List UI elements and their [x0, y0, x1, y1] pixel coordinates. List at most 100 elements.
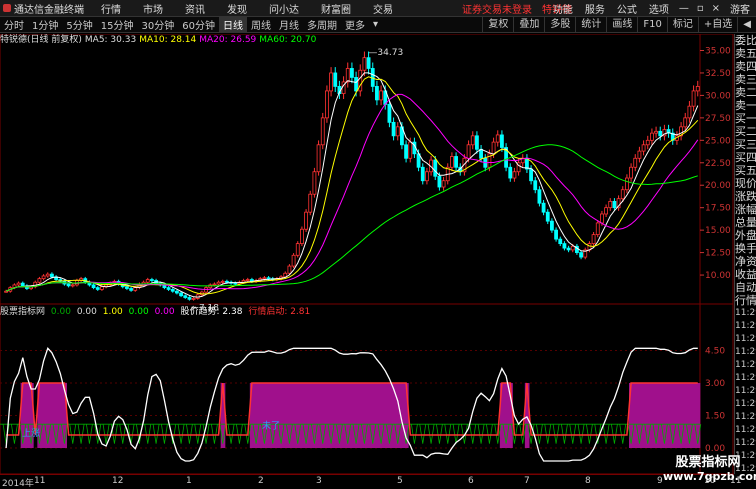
- menu-item-discover[interactable]: 发现: [216, 1, 258, 16]
- menu-function[interactable]: 功能: [547, 1, 579, 16]
- collapse-button[interactable]: ◀: [737, 17, 756, 33]
- candle-body: [300, 228, 304, 245]
- indicator-v2: 0.00: [76, 307, 97, 317]
- menu-item-wealth[interactable]: 财富圈: [310, 1, 362, 16]
- candle-body: [333, 72, 338, 87]
- menu-formula[interactable]: 公式: [611, 1, 643, 16]
- indicator-tick-label: 3.00: [705, 379, 725, 389]
- tab-multi-period[interactable]: 多周期: [303, 17, 341, 32]
- regime-fill: [279, 383, 284, 448]
- tick-time: 11:29: [735, 438, 756, 448]
- candle-body: [295, 243, 300, 256]
- login-warning[interactable]: 证券交易未登录: [462, 1, 532, 16]
- tab-daily[interactable]: 日线: [218, 17, 247, 32]
- tab-monthly[interactable]: 月线: [275, 17, 303, 32]
- tab-60min[interactable]: 60分钟: [178, 17, 219, 32]
- candle-body: [91, 284, 96, 289]
- regime-fill: [324, 383, 330, 448]
- candle-body: [629, 166, 633, 179]
- price-tick-label: 35.00: [705, 46, 731, 56]
- menu-service[interactable]: 服务: [579, 1, 611, 16]
- regime-fill: [345, 383, 351, 448]
- regime-fill: [308, 383, 313, 448]
- stats-button[interactable]: 统计: [575, 17, 606, 33]
- regime-fill: [274, 383, 280, 448]
- candle-body: [637, 150, 642, 159]
- indicator-name[interactable]: 股票指标网: [0, 307, 45, 317]
- candle-body: [441, 180, 446, 188]
- chevron-down-icon[interactable]: ▾: [369, 19, 382, 30]
- multi-stock-button[interactable]: 多股: [544, 17, 575, 33]
- menu-item-exchange[interactable]: 市场: [132, 1, 174, 16]
- band-mark: [477, 424, 485, 444]
- tab-5min[interactable]: 5分钟: [62, 17, 96, 32]
- candle-body: [529, 168, 533, 182]
- candle-body: [420, 166, 425, 182]
- add-favorite-button[interactable]: +自选: [697, 17, 737, 33]
- tab-more[interactable]: 更多: [341, 17, 369, 32]
- date-tick-label: 6: [468, 476, 474, 486]
- guest-label[interactable]: 游客: [724, 1, 756, 16]
- date-tick-label: 2: [258, 476, 264, 486]
- candle-body: [325, 90, 329, 119]
- menu-item-ask[interactable]: 问小达: [258, 1, 310, 16]
- quote-row-label: 行情: [735, 294, 756, 307]
- candle-body: [466, 144, 471, 159]
- candle-body: [591, 234, 596, 245]
- candle-body: [562, 243, 567, 249]
- draw-button[interactable]: 画线: [606, 17, 637, 33]
- minimize-icon[interactable]: —: [675, 3, 693, 14]
- regime-fill: [395, 383, 401, 448]
- candle-body: [500, 134, 504, 148]
- candle-body: [600, 213, 604, 224]
- ma20-line: [5, 93, 699, 292]
- candle-body: [495, 134, 500, 143]
- regime-fill: [362, 383, 367, 448]
- band-mark: [227, 424, 235, 444]
- tab-timeshare[interactable]: 分时: [0, 17, 28, 32]
- candle-body: [379, 90, 383, 101]
- candle-body: [508, 166, 513, 179]
- candle-body: [362, 57, 367, 71]
- quote-row-label: 卖一: [735, 99, 756, 112]
- candle-body: [408, 141, 413, 159]
- band-mark: [419, 424, 427, 444]
- tab-weekly[interactable]: 周线: [247, 17, 275, 32]
- date-tick-label: 1: [186, 476, 192, 486]
- tab-1min[interactable]: 1分钟: [28, 17, 62, 32]
- menu-options[interactable]: 选项: [643, 1, 675, 16]
- quote-panel: 委比 卖五 卖四 卖三 卖二 卖一 买一 买二 买三 买四 买五 现价 涨跌 涨幅 总量 外盘 换手 净资 收益 自动…: [734, 34, 756, 474]
- band-mark: [611, 424, 618, 444]
- menu-item-market[interactable]: 行情: [90, 1, 132, 16]
- candle-body: [45, 273, 50, 277]
- band-mark: [161, 424, 168, 444]
- tab-15min[interactable]: 15分钟: [97, 17, 138, 32]
- menu-item-trade[interactable]: 交易: [362, 1, 404, 16]
- date-tick-label: 5: [397, 476, 403, 486]
- band-mark: [119, 424, 127, 444]
- f10-button[interactable]: F10: [637, 17, 666, 33]
- quote-row-label: 涨幅: [735, 203, 756, 216]
- candle-body: [654, 130, 658, 134]
- restore-icon[interactable]: ▫: [693, 3, 708, 14]
- close-icon[interactable]: ×: [708, 3, 724, 14]
- mark-button[interactable]: 标记: [666, 17, 698, 33]
- candle-body: [404, 144, 408, 159]
- candle-body: [558, 238, 563, 245]
- high-price-label: —34.73: [368, 48, 403, 58]
- tick-time: 11:29: [735, 347, 756, 357]
- price-tick-label: 12.50: [705, 249, 731, 259]
- adjust-button[interactable]: 复权: [482, 17, 513, 33]
- regime-fill: [695, 383, 701, 448]
- trend-label: 股价趋势: 2.38: [180, 307, 243, 317]
- regime-fill: [374, 383, 380, 448]
- menu-item-news[interactable]: 资讯: [174, 1, 216, 16]
- kline-chart[interactable]: 35.00 32.50 30.00 27.50 25.00 22.50 20.00 17.50…: [0, 34, 734, 474]
- candle-body: [287, 265, 292, 274]
- tab-30min[interactable]: 30分钟: [137, 17, 178, 32]
- menu-right: 功能 服务 公式 选项 — ▫ × 游客: [547, 0, 756, 17]
- regime-fill: [291, 383, 297, 448]
- candle-body: [541, 202, 546, 213]
- regime-fill: [49, 383, 55, 448]
- overlay-button[interactable]: 叠加: [513, 17, 544, 33]
